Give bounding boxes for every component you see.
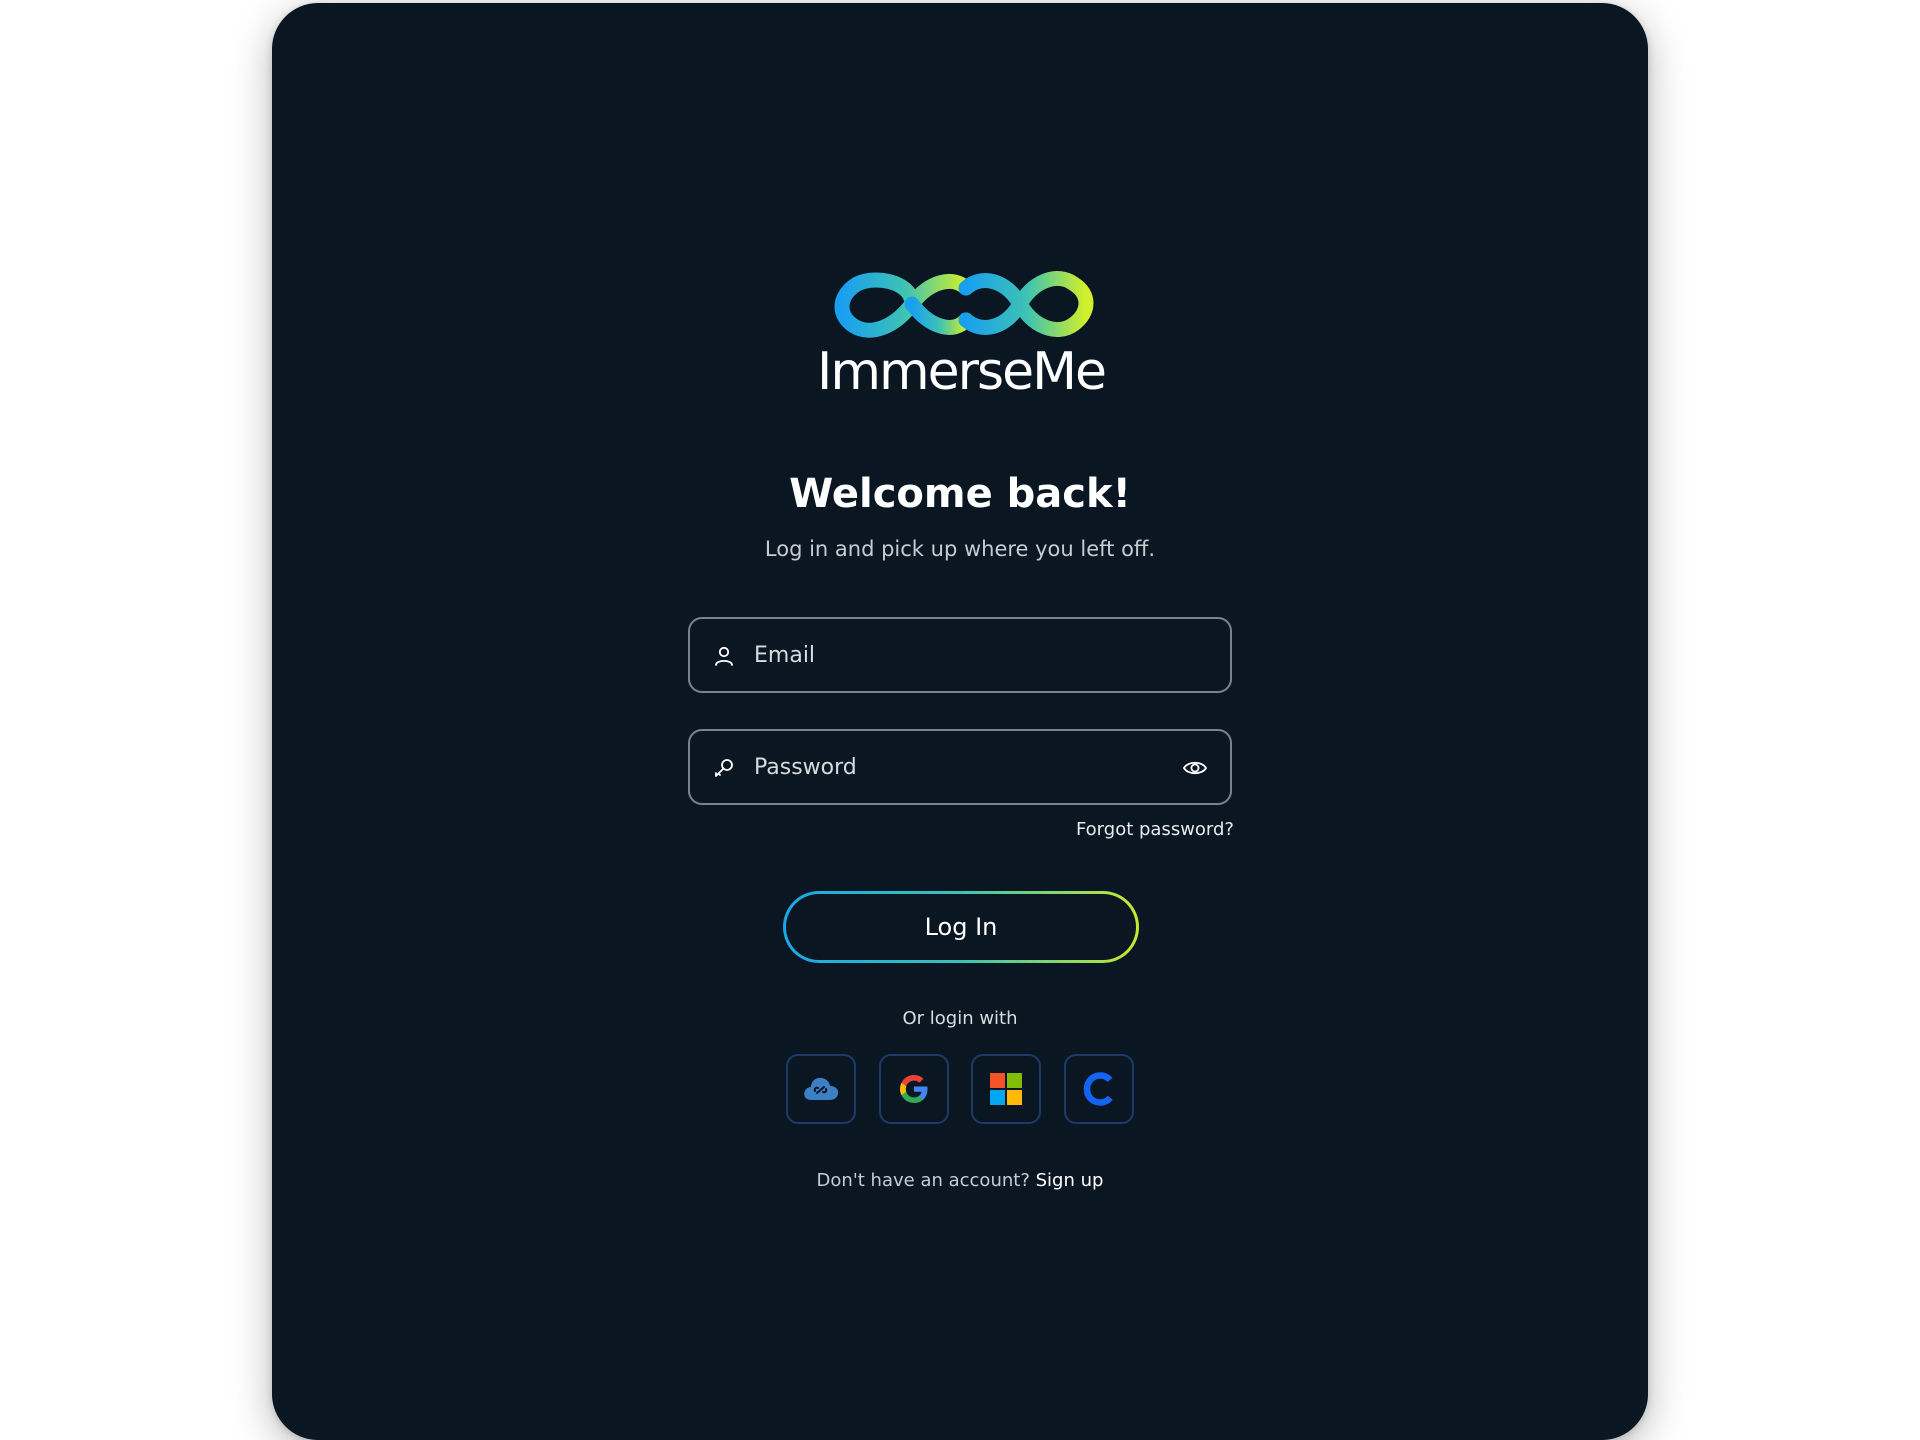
eye-icon[interactable] bbox=[1182, 756, 1208, 780]
signup-link[interactable]: Sign up bbox=[1036, 1170, 1104, 1191]
login-button[interactable]: Log In bbox=[783, 891, 1139, 963]
forgot-password-link[interactable]: Forgot password? bbox=[1000, 817, 1234, 843]
clever-icon bbox=[1083, 1072, 1113, 1106]
email-input[interactable] bbox=[754, 619, 1154, 691]
page-title: Welcome back! bbox=[789, 471, 1131, 517]
google-login-button[interactable] bbox=[879, 1054, 949, 1124]
password-input[interactable] bbox=[754, 731, 1154, 803]
google-icon bbox=[900, 1075, 928, 1103]
page-background: ImmerseMe Welcome back! Log in and pick … bbox=[0, 0, 1920, 1440]
signup-prompt-text: Don't have an account? bbox=[816, 1170, 1030, 1191]
social-login-label: Or login with bbox=[902, 1008, 1018, 1029]
microsoft-login-button[interactable] bbox=[971, 1054, 1041, 1124]
brand-wordmark: ImmerseMe bbox=[817, 342, 1107, 402]
key-icon bbox=[715, 759, 733, 777]
microsoft-icon bbox=[990, 1073, 1022, 1105]
password-field[interactable] bbox=[688, 729, 1232, 805]
email-field[interactable] bbox=[688, 617, 1232, 693]
login-button-label: Log In bbox=[786, 894, 1136, 960]
cloud-login-button[interactable] bbox=[786, 1054, 856, 1124]
signup-prompt: Don't have an account? Sign up bbox=[660, 1168, 1260, 1194]
login-card bbox=[272, 3, 1648, 1440]
user-icon bbox=[715, 646, 733, 666]
page-subtitle: Log in and pick up where you left off. bbox=[764, 537, 1156, 561]
brand-logo: ImmerseMe bbox=[816, 258, 1107, 408]
clever-login-button[interactable] bbox=[1064, 1054, 1134, 1124]
infinity-logo-icon bbox=[834, 271, 1094, 338]
cloud-link-icon bbox=[804, 1077, 839, 1100]
